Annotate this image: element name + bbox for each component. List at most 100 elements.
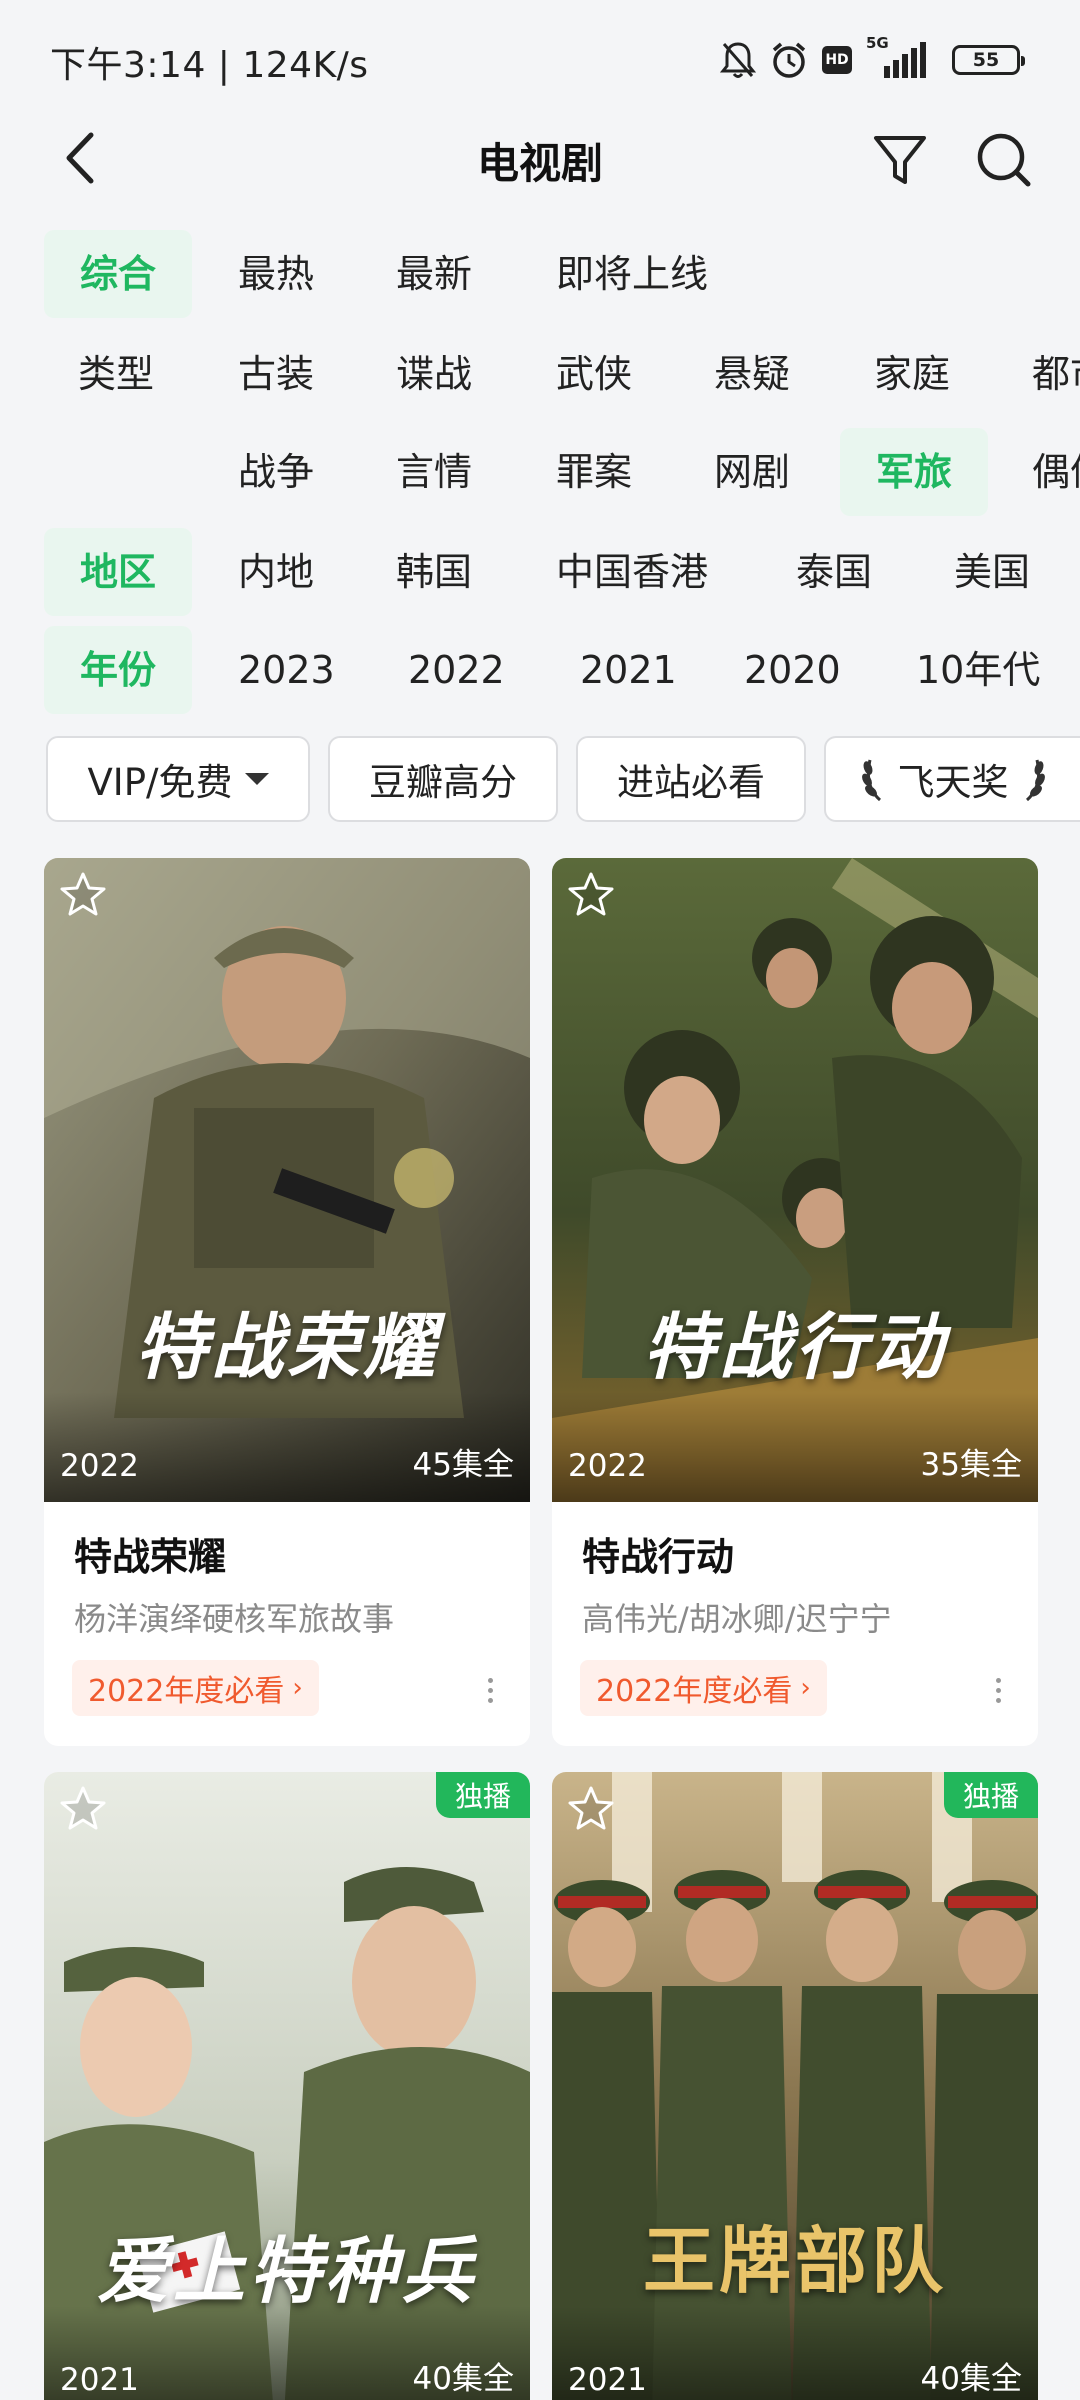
poster-title-art: 爱上特种兵 bbox=[96, 2229, 477, 2313]
region-option-thailand[interactable]: 泰国 bbox=[796, 528, 872, 616]
poster-title-art: 特战行动 bbox=[642, 1305, 947, 1389]
genre-label[interactable]: 类型 bbox=[78, 330, 154, 418]
poster-episodes: 35集全 bbox=[920, 1447, 1022, 1483]
status-icons: HD 5G 55 bbox=[720, 34, 1025, 82]
genre-option-idol[interactable]: 偶像 bbox=[1032, 428, 1080, 516]
battery-level: 55 bbox=[972, 49, 1000, 71]
feitian-award-button[interactable]: 飞天奖 bbox=[824, 736, 1080, 822]
filter-button[interactable] bbox=[868, 128, 932, 192]
card-info: 特战荣耀 杨洋演绎硬核军旅故事 2022年度必看 › bbox=[44, 1502, 530, 1746]
region-option-mainland[interactable]: 内地 bbox=[238, 528, 314, 616]
bell-off-icon bbox=[720, 40, 756, 80]
year-filter-row: 年份 2023 2022 2021 2020 10年代 bbox=[0, 626, 1080, 716]
region-option-usa[interactable]: 美国 bbox=[954, 528, 1030, 616]
year-option-2023[interactable]: 2023 bbox=[238, 626, 335, 714]
poster-episodes: 45集全 bbox=[412, 1447, 514, 1483]
sort-option-upcoming[interactable]: 即将上线 bbox=[556, 230, 708, 318]
vip-free-dropdown[interactable]: VIP/免费 bbox=[46, 736, 310, 822]
status-time-speed: 下午3:14 | 124K/s bbox=[50, 45, 369, 86]
region-label[interactable]: 地区 bbox=[44, 528, 193, 616]
genre-option-web-drama[interactable]: 网剧 bbox=[714, 428, 790, 516]
genre-filter-row-2: 战争 言情 罪案 网剧 军旅 偶像 bbox=[0, 428, 1080, 518]
top-app-bar: 电视剧 bbox=[0, 110, 1080, 210]
genre-option-family[interactable]: 家庭 bbox=[874, 330, 950, 418]
sort-option-comprehensive[interactable]: 综合 bbox=[44, 230, 193, 318]
feitian-award-label: 飞天奖 bbox=[897, 761, 1009, 804]
filter-funnel-icon bbox=[874, 136, 926, 184]
search-button[interactable] bbox=[972, 128, 1036, 192]
hd-icon: HD bbox=[822, 46, 852, 74]
rank-badge-label: 2022年度必看 bbox=[88, 1674, 285, 1709]
rank-badge[interactable]: 2022年度必看 › bbox=[580, 1660, 827, 1716]
card-title: 特战行动 bbox=[582, 1535, 735, 1579]
star-outline-icon bbox=[60, 872, 106, 916]
poster-title-art: 特战荣耀 bbox=[134, 1305, 439, 1389]
drama-card[interactable]: 特战行动 2022 35集全 特战行动 高伟光/胡冰卿/迟宁宁 2022年度必看… bbox=[552, 858, 1038, 1746]
rank-badge-label: 2022年度必看 bbox=[596, 1674, 793, 1709]
card-title: 特战荣耀 bbox=[74, 1535, 227, 1579]
signal-icon: 5G bbox=[866, 34, 938, 80]
drama-card[interactable]: 爱上特种兵 独播 2021 40集全 bbox=[44, 1772, 530, 2400]
drama-card[interactable]: 王牌部队 独播 2021 40集全 bbox=[552, 1772, 1038, 2400]
poster-episodes: 40集全 bbox=[412, 2361, 514, 2397]
card-info: 特战行动 高伟光/胡冰卿/迟宁宁 2022年度必看 › bbox=[552, 1502, 1038, 1746]
more-vertical-icon[interactable] bbox=[472, 1668, 508, 1712]
vip-free-label: VIP/免费 bbox=[87, 761, 233, 804]
genre-option-urban[interactable]: 都市 bbox=[1032, 330, 1080, 418]
genre-option-wuxia[interactable]: 武侠 bbox=[556, 330, 632, 418]
more-vertical-icon[interactable] bbox=[980, 1668, 1016, 1712]
star-outline-icon bbox=[60, 1786, 106, 1830]
poster-year: 2022 bbox=[568, 1448, 647, 1484]
exclusive-badge: 独播 bbox=[944, 1772, 1038, 1818]
genre-option-spy[interactable]: 谍战 bbox=[396, 330, 472, 418]
genre-option-romance[interactable]: 言情 bbox=[396, 428, 472, 516]
genre-option-crime[interactable]: 罪案 bbox=[556, 428, 632, 516]
favorite-button[interactable] bbox=[566, 870, 616, 920]
laurel-right-icon bbox=[1021, 756, 1047, 802]
star-outline-icon bbox=[568, 1786, 614, 1830]
poster-image[interactable]: 特战行动 2022 35集全 bbox=[552, 858, 1038, 1502]
year-option-2022[interactable]: 2022 bbox=[408, 626, 505, 714]
star-outline-icon bbox=[568, 872, 614, 916]
drama-card[interactable]: 特战荣耀 2022 45集全 特战荣耀 杨洋演绎硬核军旅故事 2022年度必看 … bbox=[44, 858, 530, 1746]
laurel-left-icon bbox=[860, 756, 886, 802]
card-subtitle: 高伟光/胡冰卿/迟宁宁 bbox=[582, 1600, 892, 1638]
douban-high-score-button[interactable]: 豆瓣高分 bbox=[328, 736, 558, 822]
tag-button-row: VIP/免费 豆瓣高分 进站必看 飞天奖 bbox=[0, 736, 1080, 826]
poster-image[interactable]: 特战荣耀 2022 45集全 bbox=[44, 858, 530, 1502]
status-bar: 下午3:14 | 124K/s HD 5G 55 bbox=[0, 0, 1080, 110]
genre-option-suspense[interactable]: 悬疑 bbox=[714, 330, 790, 418]
favorite-button[interactable] bbox=[58, 870, 108, 920]
chevron-right-icon: › bbox=[292, 1673, 303, 1703]
year-option-2020[interactable]: 2020 bbox=[744, 626, 841, 714]
year-option-2021[interactable]: 2021 bbox=[580, 626, 677, 714]
must-watch-button[interactable]: 进站必看 bbox=[576, 736, 806, 822]
screen: 下午3:14 | 124K/s HD 5G 55 电视剧 综合 最热 最新 即将… bbox=[0, 0, 1080, 2400]
battery-icon: 55 bbox=[952, 45, 1025, 75]
rank-badge[interactable]: 2022年度必看 › bbox=[72, 1660, 319, 1716]
region-option-hongkong[interactable]: 中国香港 bbox=[556, 528, 708, 616]
year-label[interactable]: 年份 bbox=[44, 626, 193, 714]
exclusive-badge: 独播 bbox=[436, 1772, 530, 1818]
sort-option-hottest[interactable]: 最热 bbox=[238, 230, 314, 318]
chevron-right-icon: › bbox=[800, 1673, 811, 1703]
search-icon bbox=[977, 133, 1031, 187]
poster-year: 2021 bbox=[568, 2362, 647, 2398]
sort-filter-row: 综合 最热 最新 即将上线 bbox=[0, 230, 1080, 320]
poster-image[interactable]: 爱上特种兵 独播 2021 40集全 bbox=[44, 1772, 530, 2400]
genre-option-costume[interactable]: 古装 bbox=[238, 330, 314, 418]
genre-filter-row: 类型 古装 谍战 武侠 悬疑 家庭 都市 bbox=[0, 330, 1080, 420]
genre-option-war[interactable]: 战争 bbox=[238, 428, 314, 516]
year-option-2010s[interactable]: 10年代 bbox=[916, 626, 1040, 714]
poster-year: 2022 bbox=[60, 1448, 139, 1484]
favorite-button[interactable] bbox=[566, 1784, 616, 1834]
caret-down-icon bbox=[244, 773, 269, 785]
poster-year: 2021 bbox=[60, 2362, 139, 2398]
genre-option-military[interactable]: 军旅 bbox=[840, 428, 989, 516]
sort-option-newest[interactable]: 最新 bbox=[396, 230, 472, 318]
poster-title-art: 王牌部队 bbox=[642, 2219, 947, 2303]
card-subtitle: 杨洋演绎硬核军旅故事 bbox=[74, 1600, 395, 1638]
favorite-button[interactable] bbox=[58, 1784, 108, 1834]
region-option-korea[interactable]: 韩国 bbox=[396, 528, 472, 616]
poster-image[interactable]: 王牌部队 独播 2021 40集全 bbox=[552, 1772, 1038, 2400]
